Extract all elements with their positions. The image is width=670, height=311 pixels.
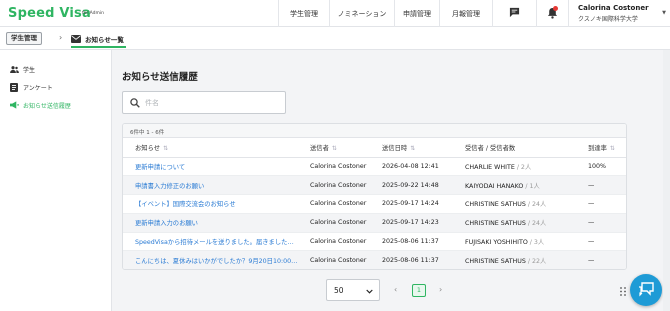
date-cell: 2025-09-17 14:24 <box>370 194 453 214</box>
sidebar-item-label: 学生 <box>23 66 36 74</box>
notifications-button[interactable] <box>536 0 568 27</box>
user-menu[interactable]: Calorina Costoner クスノキ国際科学大学 ▼ <box>568 0 670 27</box>
nav-applications[interactable]: 申請管理 <box>394 0 439 27</box>
notice-subject-link[interactable]: 申請書入力修正のお願い <box>123 175 298 196</box>
page-size-select[interactable]: 50 <box>326 279 380 301</box>
sort-icon: ⇅ <box>410 144 416 152</box>
chevron-down-icon: ▼ <box>662 10 666 16</box>
column-header-delivery-rate[interactable]: 到達率 ⇅ <box>576 138 626 158</box>
sidebar-item-students[interactable]: 学生 <box>10 63 35 75</box>
notice-subject-link[interactable]: SpeedVisaから招待メールを送りました。届きましたか？ <box>123 232 298 252</box>
date-cell: 2025-08-06 11:37 <box>370 232 453 252</box>
rate-cell: — <box>576 213 626 233</box>
column-header-recipients: 受信者 / 受信者数 <box>453 138 576 158</box>
date-cell: 2025-09-22 14:48 <box>370 175 453 196</box>
chevron-down-icon <box>366 287 373 296</box>
table-row[interactable]: SpeedVisaから招待メールを送りました。届きましたか？ Calorina … <box>123 232 626 252</box>
table-row[interactable]: 更新申請について Calorina Costoner 2026-04-08 12… <box>123 157 626 177</box>
sender-cell: Calorina Costoner <box>298 213 370 233</box>
sidebar-item-notice-history[interactable]: お知らせ送信履歴 <box>10 99 71 111</box>
breadcrumb-current-tab[interactable]: お知らせ一覧 <box>71 30 126 48</box>
sender-cell: Calorina Costoner <box>298 232 370 252</box>
search-input[interactable] <box>145 96 275 110</box>
rate-cell: — <box>576 250 626 269</box>
search-icon <box>130 98 140 110</box>
table-row[interactable]: 申請書入力修正のお願い Calorina Costoner 2025-09-22… <box>123 175 626 196</box>
drag-handle-icon[interactable] <box>620 287 626 298</box>
mail-icon <box>71 35 81 45</box>
chat-icon <box>509 7 520 20</box>
table-header-row: お知らせ ⇅ 送信者 ⇅ 送信日時 ⇅ 受信者 / 受信者数 到達率 ⇅ <box>123 138 626 158</box>
result-count: 6件中 1 - 6件 <box>123 124 626 138</box>
search-box <box>122 91 286 114</box>
sidebar: 学生 アンケート お知らせ送信履歴 <box>0 50 112 311</box>
date-cell: 2025-09-17 14:23 <box>370 213 453 233</box>
date-cell: 2026-04-08 12:41 <box>370 157 453 177</box>
sort-icon: ⇅ <box>609 144 615 152</box>
nav-monthly-reports[interactable]: 月報管理 <box>439 0 492 27</box>
sender-cell: Calorina Costoner <box>298 175 370 196</box>
recipient-cell: CHRISTINE SATHUS / 24人 <box>453 213 576 233</box>
support-chat-button[interactable] <box>630 274 662 306</box>
top-header: Speed Visa for Admin 学生管理 ノミネーション 申請管理 月… <box>0 0 670 27</box>
user-name: Calorina Costoner <box>578 4 649 12</box>
table-row[interactable]: 更新申請入力のお願い Calorina Costoner 2025-09-17 … <box>123 213 626 233</box>
recipient-cell: CHRISTINE SATHUS / 22人 <box>453 250 576 269</box>
sort-icon: ⇅ <box>331 144 337 152</box>
sender-cell: Calorina Costoner <box>298 194 370 214</box>
breadcrumb: 学生管理 › お知らせ一覧 <box>0 27 670 50</box>
page-size-value: 50 <box>334 286 344 295</box>
recipient-cell: CHARLIE WHITE / 2人 <box>453 157 576 177</box>
rate-cell: 100% <box>576 157 626 177</box>
chat-button[interactable] <box>492 0 536 27</box>
recipient-cell: CHRISTINE SATHUS / 24人 <box>453 194 576 214</box>
notice-subject-link[interactable]: 更新申請入力のお願い <box>123 213 298 233</box>
chat-bubble-icon <box>638 281 654 299</box>
date-cell: 2025-08-06 11:37 <box>370 250 453 269</box>
column-header-sender[interactable]: 送信者 ⇅ <box>298 138 370 158</box>
nav-nominations[interactable]: ノミネーション <box>329 0 394 27</box>
user-organization: クスノキ国際科学大学 <box>578 16 638 23</box>
breadcrumb-parent-button[interactable]: 学生管理 <box>6 32 42 45</box>
page-scrollbar[interactable] <box>663 50 670 311</box>
prev-page-button[interactable]: ‹ <box>394 285 397 294</box>
notice-subject-link[interactable]: こんにちは、夏休みはいかがでしたか？9月20日10:00からの <box>123 250 298 269</box>
notice-subject-link[interactable]: 【イベント】国際交流会のお知らせ <box>123 194 298 214</box>
notices-table-card: 6件中 1 - 6件 お知らせ ⇅ 送信者 ⇅ 送信日時 ⇅ 受信者 / 受信者数 到… <box>122 123 627 270</box>
table-row[interactable]: こんにちは、夏休みはいかがでしたか？9月20日10:00からの Calorina… <box>123 250 626 269</box>
rate-cell: — <box>576 175 626 196</box>
column-header-subject[interactable]: お知らせ ⇅ <box>123 138 298 158</box>
next-page-button[interactable]: › <box>439 285 442 294</box>
rate-cell: — <box>576 194 626 214</box>
sort-icon: ⇅ <box>163 144 169 152</box>
column-header-sent-date[interactable]: 送信日時 ⇅ <box>370 138 453 158</box>
sender-cell: Calorina Costoner <box>298 157 370 177</box>
users-icon <box>10 65 20 73</box>
sidebar-item-surveys[interactable]: アンケート <box>10 81 53 93</box>
sidebar-item-label: お知らせ送信履歴 <box>23 102 71 110</box>
page-title: お知らせ送信履歴 <box>122 72 198 83</box>
notices-table: お知らせ ⇅ 送信者 ⇅ 送信日時 ⇅ 受信者 / 受信者数 到達率 ⇅ 更新申請につい… <box>123 138 626 269</box>
notice-subject-link[interactable]: 更新申請について <box>123 157 298 177</box>
survey-icon <box>10 82 20 92</box>
chevron-right-icon: › <box>59 33 63 42</box>
app-logo-subtitle: for Admin <box>82 11 104 16</box>
megaphone-icon <box>10 101 20 109</box>
notification-badge <box>553 6 558 11</box>
recipient-cell: KAIYODAI HANAKO / 1人 <box>453 175 576 196</box>
nav-students[interactable]: 学生管理 <box>278 0 329 27</box>
sidebar-item-label: アンケート <box>23 84 53 92</box>
table-row[interactable]: 【イベント】国際交流会のお知らせ Calorina Costoner 2025-… <box>123 194 626 214</box>
recipient-cell: FUJISAKI YOSHIHITO / 3人 <box>453 232 576 252</box>
page-number-button[interactable]: 1 <box>412 284 426 297</box>
rate-cell: — <box>576 232 626 252</box>
sender-cell: Calorina Costoner <box>298 250 370 269</box>
breadcrumb-current-label: お知らせ一覧 <box>85 36 124 44</box>
app-logo[interactable]: Speed Visa <box>8 6 91 21</box>
